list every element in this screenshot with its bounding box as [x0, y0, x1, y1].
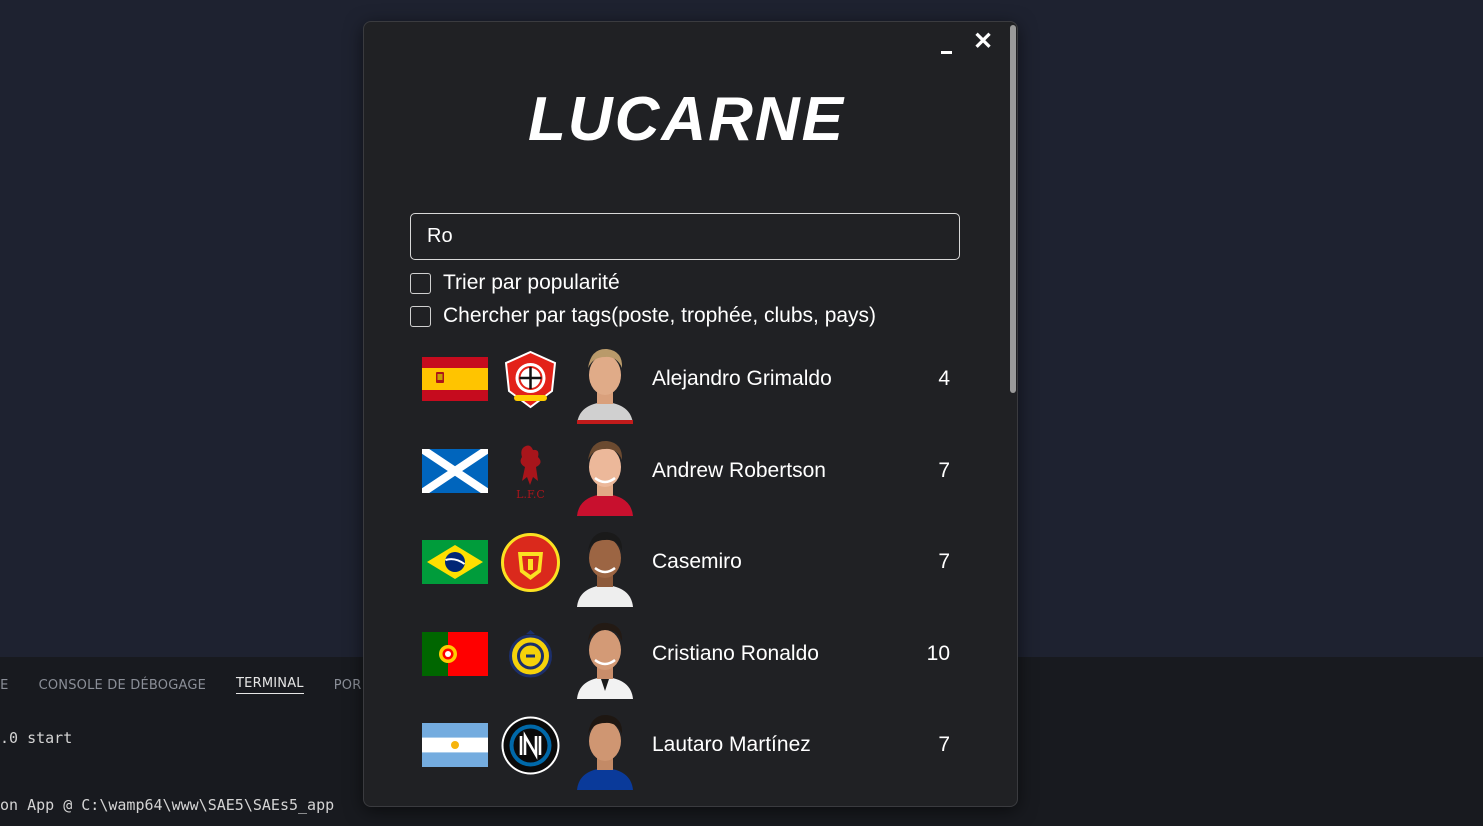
results-list: Alejandro Grimaldo 4 L.F.C Andrew Robert… — [422, 342, 962, 800]
player-result-row[interactable]: Casemiro 7 — [422, 525, 962, 617]
player-result-row[interactable]: L.F.C Andrew Robertson 7 — [422, 434, 962, 526]
scrollbar-thumb[interactable] — [1010, 25, 1016, 393]
panel-tab-debug-console[interactable]: CONSOLE DE DÉBOGAGE — [39, 678, 206, 693]
player-count: 7 — [938, 458, 950, 482]
player-photo — [573, 525, 637, 607]
terminal-line: .0 start — [0, 729, 73, 747]
player-name: Alejandro Grimaldo — [652, 367, 832, 390]
sort-popularity-label: Trier par popularité — [443, 271, 620, 294]
close-button[interactable]: ✕ — [970, 28, 996, 56]
app-logo: LUCARNE — [527, 85, 846, 154]
lucarne-app-window: ✕ LUCARNE Trier par popularité Chercher … — [363, 21, 1018, 807]
player-photo — [573, 434, 637, 516]
player-count: 4 — [938, 367, 950, 390]
terminal-line: on App @ C:\wamp64\www\SAE5\SAEs5_app — [0, 796, 335, 814]
player-photo — [573, 342, 637, 424]
manchester-united-crest-icon — [500, 532, 561, 593]
player-result-row[interactable]: Alejandro Grimaldo 4 — [422, 342, 962, 434]
sort-popularity-checkbox[interactable] — [410, 272, 431, 294]
search-input[interactable] — [410, 213, 960, 260]
player-photo — [573, 708, 637, 790]
brazil-flag-icon — [422, 540, 488, 584]
panel-tab-output[interactable]: TIE — [0, 678, 9, 693]
inter-milan-crest-icon — [500, 715, 561, 776]
scotland-flag-icon — [422, 448, 488, 493]
spain-flag-icon — [422, 357, 488, 401]
player-result-row[interactable]: Cristiano Ronaldo 10 — [422, 617, 962, 709]
search-by-tags-checkbox[interactable] — [410, 305, 431, 327]
player-name: Casemiro — [652, 550, 742, 573]
panel-tab-ports[interactable]: POR — [334, 678, 362, 693]
player-count: 7 — [938, 733, 950, 756]
close-icon: ✕ — [972, 28, 994, 55]
player-name: Andrew Robertson — [652, 458, 826, 482]
player-photo — [573, 617, 637, 699]
player-name: Cristiano Ronaldo — [652, 641, 819, 665]
player-count: 10 — [926, 641, 950, 665]
portugal-flag-icon — [422, 631, 488, 676]
minimize-button[interactable] — [933, 28, 959, 56]
al-nassr-crest-icon — [500, 624, 561, 685]
panel-tab-bar: TIE CONSOLE DE DÉBOGAGE TERMINAL POR — [0, 674, 391, 696]
player-name: Lautaro Martínez — [652, 733, 811, 756]
player-count: 7 — [938, 550, 950, 573]
minimize-icon — [941, 51, 952, 54]
player-result-row[interactable]: Lautaro Martínez 7 — [422, 708, 962, 800]
search-by-tags-option[interactable]: Chercher par tags(poste, trophée, clubs,… — [410, 304, 876, 328]
sort-popularity-option[interactable]: Trier par popularité — [410, 271, 620, 295]
bayer-leverkusen-crest-icon — [500, 349, 561, 410]
liverpool-crest-icon: L.F.C — [500, 441, 561, 502]
argentina-flag-icon — [422, 723, 488, 767]
panel-tab-terminal[interactable]: TERMINAL — [236, 676, 304, 694]
svg-text:L.F.C: L.F.C — [516, 488, 545, 501]
search-by-tags-label: Chercher par tags(poste, trophée, clubs,… — [443, 304, 877, 327]
